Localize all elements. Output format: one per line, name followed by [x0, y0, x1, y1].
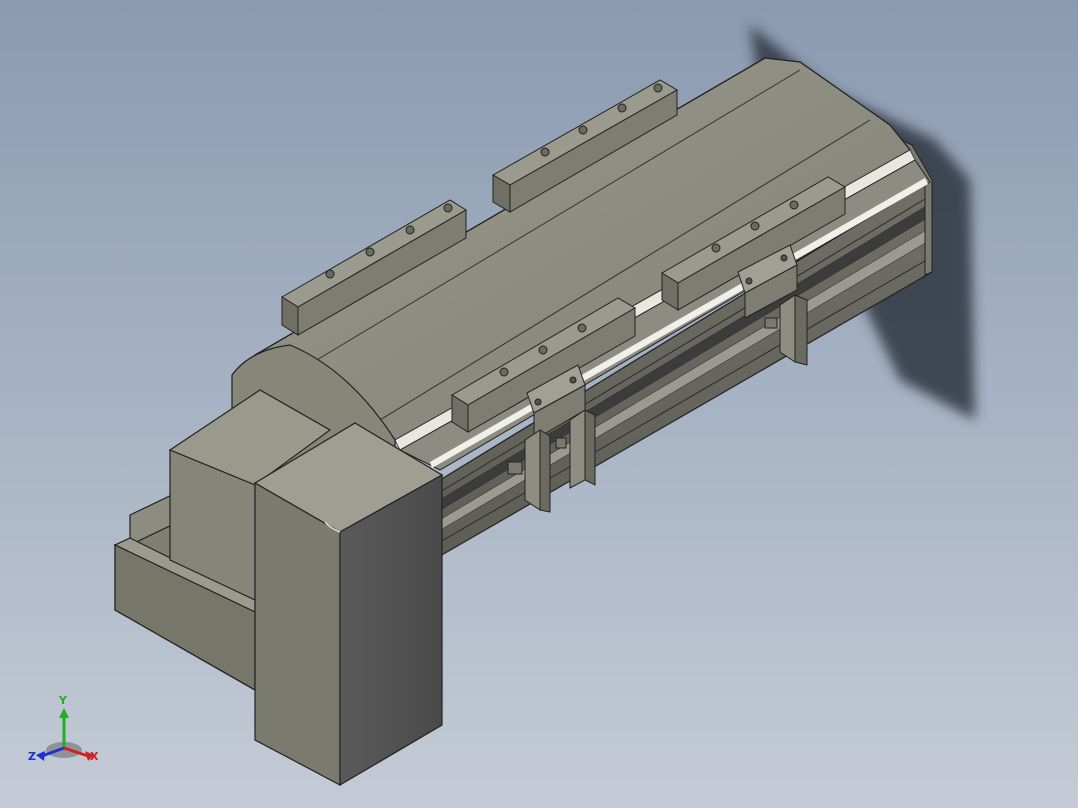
- triad-y-label: Y: [59, 694, 67, 707]
- cad-viewport[interactable]: Y X Z: [0, 0, 1078, 808]
- view-triad[interactable]: Y X Z: [28, 694, 108, 774]
- actuator-model[interactable]: [0, 0, 1078, 808]
- triad-z-label: Z: [28, 750, 36, 763]
- triad-x-label: X: [90, 750, 99, 763]
- motor-cover: [253, 422, 444, 787]
